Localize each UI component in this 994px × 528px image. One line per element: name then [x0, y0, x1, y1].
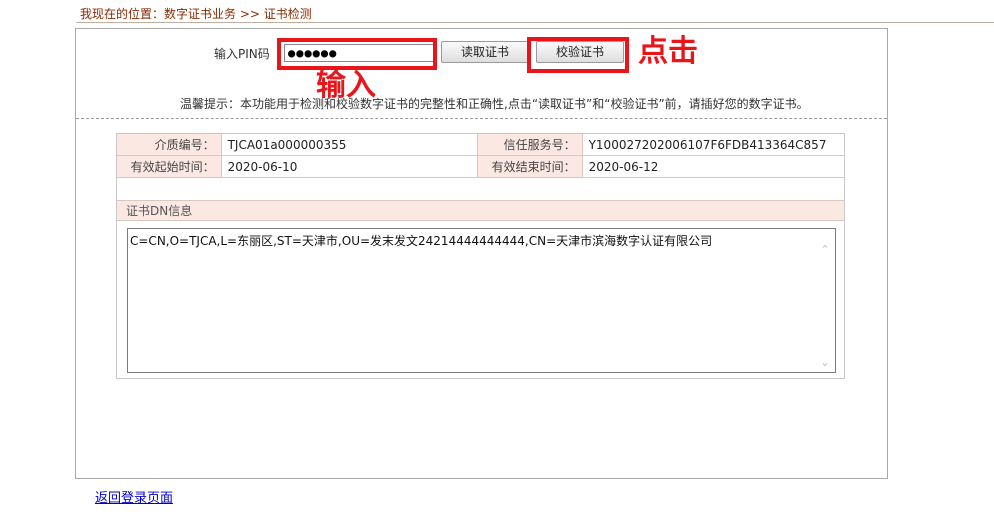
valid-to-label: 有效结束时间： — [477, 155, 583, 178]
breadcrumb: 我现在的位置：数字证书业务 >> 证书检测 — [76, 4, 994, 23]
cert-info-table: 介质编号： TJCA01a000000355 信任服务号： Y100027202… — [116, 133, 846, 178]
back-to-login-link[interactable]: 返回登录页面 — [95, 487, 173, 506]
breadcrumb-prefix: 我现在的位置： — [80, 7, 165, 21]
table-row: 有效起始时间： 2020-06-10 有效结束时间： 2020-06-12 — [116, 155, 846, 178]
verify-highlight-box — [527, 37, 629, 73]
dn-info-header: 证书DN信息 — [117, 200, 844, 221]
breadcrumb-separator: >> — [239, 7, 260, 21]
breadcrumb-current: 证书检测 — [263, 7, 312, 21]
valid-from-value: 2020-06-10 — [220, 155, 479, 178]
click-annotation: 点击 — [638, 34, 698, 69]
tip-text: 温馨提示：本功能用于检测和校验数字证书的完整性和正确性,点击“读取证书”和“校验… — [180, 97, 809, 111]
valid-to-value: 2020-06-12 — [581, 155, 846, 178]
table-row: 介质编号： TJCA01a000000355 信任服务号： Y100027202… — [116, 133, 846, 156]
breadcrumb-section: 数字证书业务 — [164, 7, 237, 21]
read-cert-button[interactable]: 读取证书 — [441, 41, 529, 63]
scroll-down-icon[interactable]: ⌄ — [818, 356, 832, 370]
pin-label: 输入PIN码 — [214, 47, 270, 61]
trust-service-value: Y100027202006107F6FDB413364C857 — [581, 133, 846, 156]
media-number-value: TJCA01a000000355 — [220, 133, 479, 156]
dashed-divider — [76, 118, 887, 119]
valid-from-label: 有效起始时间： — [116, 155, 222, 178]
pin-highlight-box — [277, 38, 437, 70]
dn-info-textarea[interactable]: C=CN,O=TJCA,L=东丽区,ST=天津市,OU=发末发文24214444… — [127, 228, 836, 373]
scroll-up-icon[interactable]: ⌃ — [818, 243, 832, 257]
media-number-label: 介质编号： — [116, 133, 222, 156]
cert-check-panel: 输入PIN码 ●●●●●● 读取证书 校验证书 输入 点击 温馨提示：本功能用于… — [75, 28, 888, 479]
dn-info-text: C=CN,O=TJCA,L=东丽区,ST=天津市,OU=发末发文24214444… — [130, 234, 713, 248]
trust-service-label: 信任服务号： — [477, 133, 583, 156]
